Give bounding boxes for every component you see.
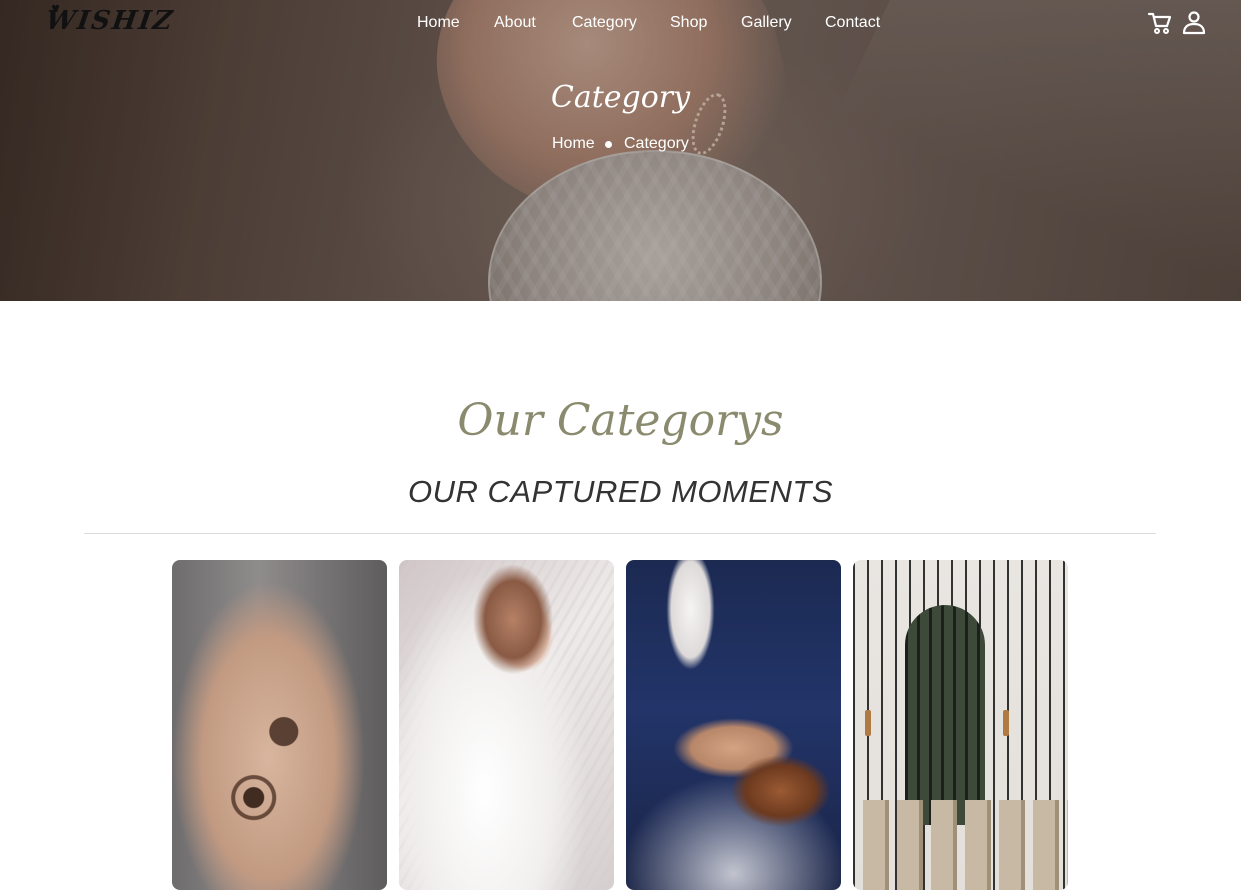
user-icon-svg — [1182, 11, 1206, 35]
category-card-venue[interactable] — [853, 560, 1068, 890]
venue-door-image — [905, 605, 985, 825]
nav-gallery[interactable]: Gallery — [741, 14, 792, 32]
nav-shop[interactable]: Shop — [670, 14, 707, 32]
breadcrumb-current: Category — [624, 135, 689, 152]
nav-contact[interactable]: Contact — [825, 14, 880, 32]
section-script-heading: Our Categorys — [457, 395, 784, 446]
venue-lamp-left — [865, 710, 871, 736]
user-icon[interactable] — [1181, 10, 1207, 36]
cart-icon[interactable] — [1147, 10, 1173, 36]
page-title: Category — [550, 80, 691, 115]
section-divider — [84, 533, 1156, 534]
breadcrumb: Home Category — [0, 135, 1241, 157]
top-nav: WISHIZ ♥ Home About Category Shop Galler… — [0, 0, 1241, 48]
category-card-groom[interactable] — [626, 560, 841, 890]
venue-chairs-image — [863, 800, 1068, 890]
nav-category[interactable]: Category — [572, 14, 637, 32]
category-card-mehndi[interactable] — [172, 560, 387, 890]
nav-about[interactable]: About — [494, 14, 536, 32]
breadcrumb-separator — [605, 141, 612, 148]
category-card-bride[interactable] — [399, 560, 614, 890]
venue-lamp-right — [1003, 710, 1009, 736]
section-title: OUR CAPTURED MOMENTS — [407, 474, 834, 509]
breadcrumb-home[interactable]: Home — [552, 135, 595, 153]
main-menu: Home About Category Shop Gallery Contact — [0, 14, 1241, 34]
nav-home[interactable]: Home — [417, 14, 460, 32]
cart-icon-svg — [1147, 12, 1172, 34]
